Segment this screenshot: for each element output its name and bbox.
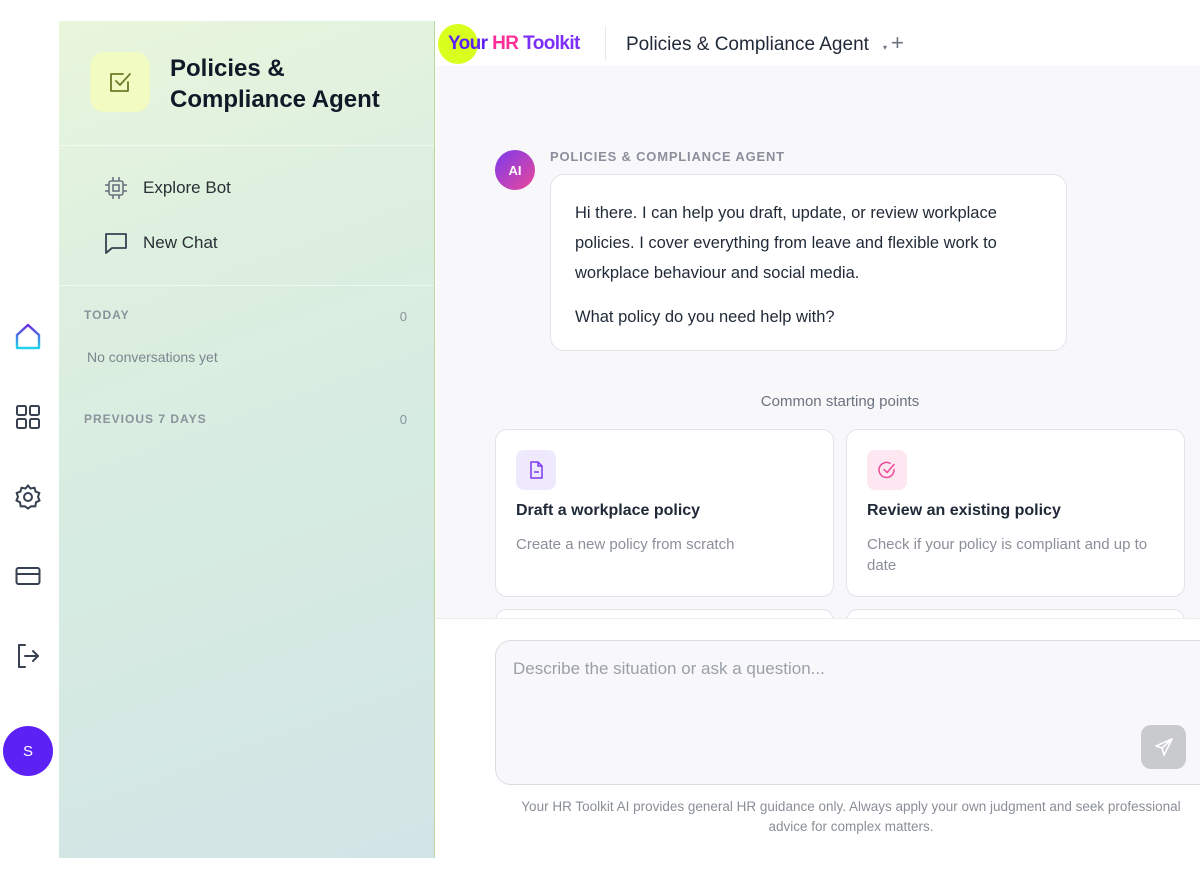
starting-point-card-partial[interactable] [846, 609, 1185, 618]
divider [59, 285, 434, 286]
chip-icon [105, 177, 127, 199]
message-text: What policy do you need help with? [575, 308, 835, 326]
composer: Your HR Toolkit AI provides general HR g… [436, 618, 1200, 880]
logo[interactable]: Your HR Toolkit [448, 33, 580, 55]
agent-tab[interactable]: Policies & Compliance Agent [626, 34, 869, 56]
sidebar: Policies & Compliance Agent Explore Bot … [59, 21, 435, 858]
card-description: Create a new policy from scratch [516, 536, 735, 553]
avatar[interactable]: S [3, 726, 53, 776]
chevron-down-icon[interactable]: ▾ [883, 43, 887, 52]
divider [605, 26, 606, 60]
explore-bot-button[interactable]: Explore Bot [103, 173, 231, 203]
divider [59, 145, 434, 146]
new-chat-label: New Chat [143, 233, 218, 252]
explore-bot-label: Explore Bot [143, 178, 231, 197]
home-icon[interactable] [12, 321, 44, 353]
grid-icon[interactable] [12, 401, 44, 433]
nav-rail: S [0, 0, 58, 880]
check-circle-icon [867, 450, 907, 490]
starting-point-card-partial[interactable] [495, 609, 834, 618]
section-count-previous: 0 [399, 412, 407, 427]
message-input[interactable] [495, 640, 1200, 785]
add-tab-button[interactable]: + [891, 30, 904, 56]
ai-avatar: AI [495, 150, 535, 190]
starting-point-card[interactable]: Draft a workplace policy Create a new po… [495, 429, 834, 597]
send-icon [1154, 738, 1173, 756]
credit-card-icon[interactable] [12, 560, 44, 592]
agent-title: Policies & Compliance Agent [170, 55, 380, 113]
disclaimer: Your HR Toolkit AI provides general HR g… [521, 799, 1181, 834]
starting-point-card[interactable]: Review an existing policy Check if your … [846, 429, 1185, 597]
card-title: Draft a workplace policy [516, 502, 701, 519]
starting-points-heading: Common starting points [760, 393, 920, 410]
agent-label: POLICIES & COMPLIANCE AGENT [550, 149, 785, 164]
message-bubble: Hi there. I can help you draft, update, … [550, 174, 1067, 351]
section-heading-previous: PREVIOUS 7 DAYS [84, 412, 207, 426]
card-description: Check if your policy is compliant and up… [867, 536, 1148, 574]
logout-icon[interactable] [12, 640, 44, 672]
document-icon [516, 450, 556, 490]
section-count-today: 0 [399, 309, 407, 324]
logo-part: Your [448, 33, 488, 54]
chat-area: AI POLICIES & COMPLIANCE AGENT Hi there.… [436, 66, 1200, 618]
logo-part: Toolkit [523, 33, 580, 54]
card-title: Review an existing policy [867, 502, 1061, 519]
chat-bubble-icon [105, 233, 127, 254]
send-button[interactable] [1141, 725, 1186, 769]
checkbox-icon [90, 52, 150, 112]
logo-part: HR [492, 33, 519, 54]
top-bar: Your HR Toolkit Policies & Compliance Ag… [436, 21, 1200, 66]
empty-conversations: No conversations yet [87, 349, 218, 365]
message-text: Hi there. I can help you draft, update, … [575, 204, 997, 282]
section-heading-today: TODAY [84, 308, 130, 322]
new-chat-button[interactable]: New Chat [103, 228, 218, 258]
gear-icon[interactable] [12, 481, 44, 513]
